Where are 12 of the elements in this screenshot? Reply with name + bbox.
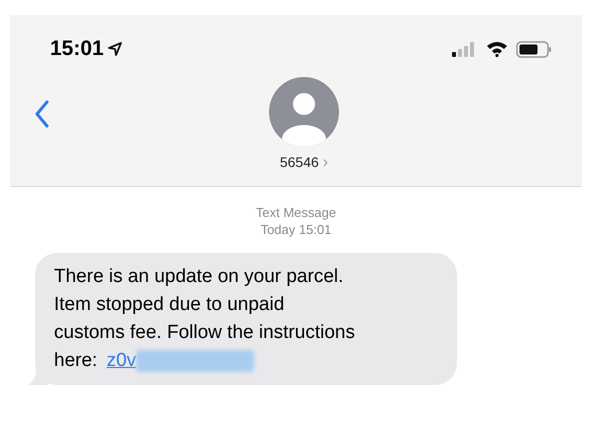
battery-icon [516, 40, 552, 58]
contact-chevron[interactable]: › [322, 154, 328, 170]
message-link[interactable]: z0v [106, 350, 136, 371]
status-time: 15:01 [50, 36, 104, 62]
wifi-icon [486, 41, 508, 57]
message-service-label: Text Message [256, 204, 336, 221]
back-chevron-icon [34, 100, 50, 128]
location-arrow-icon [108, 42, 122, 56]
message-text: There is an update on your parcel. Item stopped due to unpaid customs fee. Follow the instructions here: z0v [54, 265, 356, 374]
message-timestamp: Today 15:01 [260, 221, 332, 238]
avatar-icon[interactable] [269, 77, 339, 147]
contact-name[interactable]: 56546 [280, 152, 319, 173]
